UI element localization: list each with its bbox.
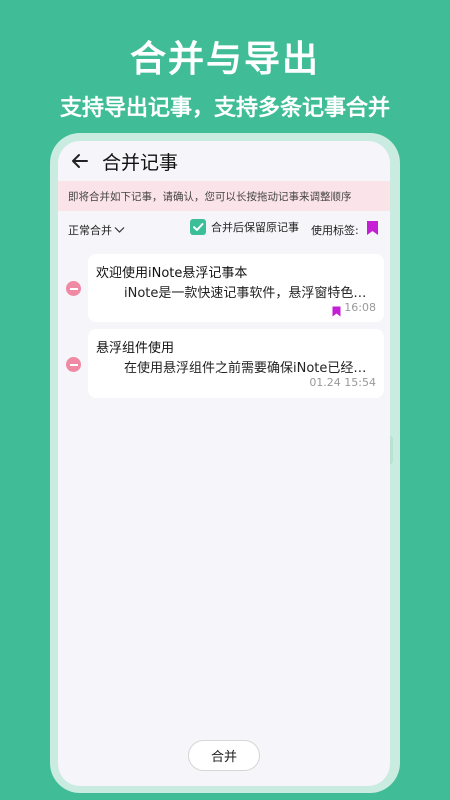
keep-original-checkbox[interactable]: 合并后保留原记事 xyxy=(190,219,299,235)
notice-banner: 即将合并如下记事，请确认，您可以长按拖动记事来调整顺序 xyxy=(58,181,390,211)
note-body: iNote是一款快速记事软件，悬浮窗特色功能... xyxy=(124,286,378,301)
bookmark-icon[interactable] xyxy=(366,220,379,239)
bookmark-icon xyxy=(332,302,341,321)
merge-options-bar: 正常合并 合并后保留原记事 使用标签: xyxy=(58,217,390,241)
note-body: 在使用悬浮组件之前需要确保iNote已经获取悬浮窗权限 xyxy=(124,361,378,376)
chevron-down-icon xyxy=(114,224,125,237)
note-item[interactable]: 悬浮组件使用 在使用悬浮组件之前需要确保iNote已经获取悬浮窗权限 01.24… xyxy=(88,329,384,398)
remove-note-button[interactable] xyxy=(66,281,81,296)
note-time: 01.24 15:54 xyxy=(309,376,376,389)
remove-note-button[interactable] xyxy=(66,357,81,372)
promo-title: 合并与导出 xyxy=(129,39,320,80)
note-title: 欢迎使用iNote悬浮记事本 xyxy=(96,266,248,281)
page-title: 合并记事 xyxy=(102,151,179,174)
minus-circle-icon xyxy=(69,363,78,366)
merge-mode-select[interactable]: 正常合并 xyxy=(68,222,125,238)
note-item[interactable]: 欢迎使用iNote悬浮记事本 iNote是一款快速记事软件，悬浮窗特色功能...… xyxy=(88,254,384,322)
merge-mode-label: 正常合并 xyxy=(68,224,112,237)
keep-original-label: 合并后保留原记事 xyxy=(211,221,299,234)
title-bar: 合并记事 xyxy=(58,141,390,181)
arrow-left-icon[interactable] xyxy=(66,147,94,175)
promo-subtitle: 支持导出记事，支持多条记事合并 xyxy=(59,96,390,121)
minus-circle-icon xyxy=(69,287,78,290)
app-screen: 合并记事 即将合并如下记事，请确认，您可以长按拖动记事来调整顺序 正常合并 合并… xyxy=(58,141,390,786)
merge-button[interactable]: 合并 xyxy=(188,740,260,771)
note-title: 悬浮组件使用 xyxy=(96,341,175,356)
use-tag-label: 使用标签: xyxy=(311,224,359,237)
note-time: 16:08 xyxy=(344,301,376,314)
check-icon xyxy=(190,219,206,235)
